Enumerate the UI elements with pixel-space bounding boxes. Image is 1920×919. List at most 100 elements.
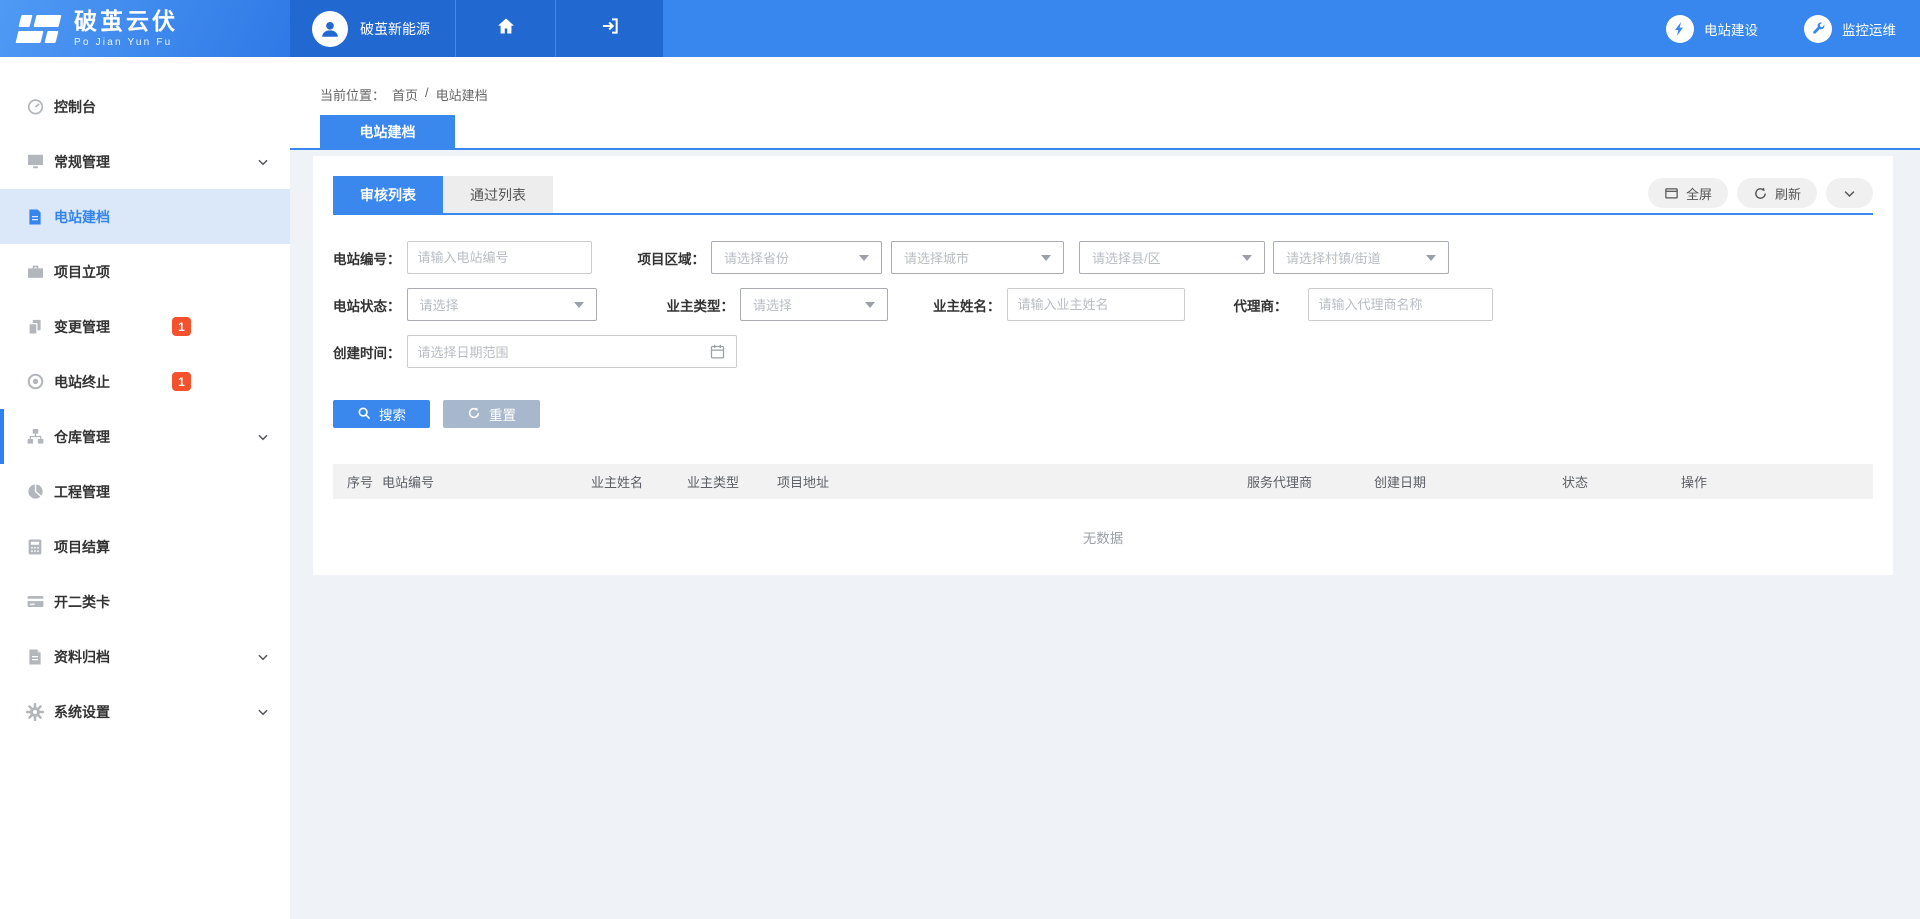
- module-station-build[interactable]: 电站建设: [1666, 15, 1758, 43]
- owner-type-select[interactable]: 请选择: [740, 288, 888, 321]
- breadcrumb-prefix: 当前位置：: [320, 85, 385, 104]
- sidebar-item-label: 电站终止: [54, 372, 172, 392]
- sidebar-item-warehouse-management[interactable]: 仓库管理: [0, 409, 290, 464]
- sidebar-item-change-management[interactable]: 变更管理 1: [0, 299, 290, 354]
- home-button[interactable]: [455, 0, 555, 57]
- station-no-input[interactable]: [407, 241, 592, 274]
- station-no-label: 电站编号：: [333, 248, 401, 268]
- station-status-label: 电站状态：: [333, 295, 401, 315]
- notification-badge: 1: [172, 372, 191, 391]
- chevron-down-icon: [1842, 186, 1857, 201]
- caret-down-icon: [1041, 255, 1051, 261]
- fullscreen-button[interactable]: 全屏: [1648, 178, 1728, 208]
- wrench-icon: [1804, 15, 1832, 43]
- caret-down-icon: [865, 302, 875, 308]
- collapse-toggle-button[interactable]: [1826, 178, 1873, 208]
- card-icon: [24, 591, 46, 613]
- filter-row-3: 创建时间： 请选择日期范围: [333, 335, 1873, 368]
- user-menu[interactable]: 破茧新能源: [290, 0, 455, 57]
- topbar: 破茧云伏 Po Jian Yun Fu 破茧新能源: [0, 0, 1920, 57]
- sidebar-item-project-initiation[interactable]: 项目立项: [0, 244, 290, 299]
- breadcrumb: 当前位置： 首页 / 电站建档: [290, 57, 1920, 104]
- sidebar-item-general-management[interactable]: 常规管理: [0, 134, 290, 189]
- agent-input[interactable]: [1308, 288, 1493, 321]
- chevron-down-icon: [256, 155, 270, 169]
- lightning-icon: [1666, 15, 1694, 43]
- page-tab-station-filing[interactable]: 电站建档: [320, 115, 455, 148]
- town-select[interactable]: 请选择村镇/街道: [1273, 241, 1449, 274]
- refresh-button[interactable]: 刷新: [1737, 178, 1817, 208]
- sidebar-item-label: 变更管理: [54, 317, 172, 337]
- circle-dot-icon: [24, 371, 46, 393]
- owner-name-label: 业主姓名：: [933, 295, 1001, 315]
- sidebar-item-station-filing[interactable]: 电站建档: [0, 189, 290, 244]
- filter-station-no: 电站编号：: [333, 241, 592, 274]
- notification-badge: 1: [172, 317, 191, 336]
- chevron-down-icon: [256, 705, 270, 719]
- content-area: 审核列表 通过列表 全屏: [290, 150, 1920, 919]
- breadcrumb-home[interactable]: 首页: [392, 85, 418, 104]
- fullscreen-label: 全屏: [1686, 184, 1712, 203]
- sidebar-item-project-settlement[interactable]: 项目结算: [0, 519, 290, 574]
- sidebar-item-label: 项目结算: [54, 537, 172, 557]
- module-monitor-ops[interactable]: 监控运维: [1804, 15, 1896, 43]
- filter-form: 电站编号： 项目区域： 请选择省份 请选择城市: [333, 215, 1873, 368]
- sidebar-item-label: 系统设置: [54, 702, 172, 722]
- county-placeholder: 请选择县/区: [1092, 248, 1161, 267]
- sidebar-item-system-settings[interactable]: 系统设置: [0, 684, 290, 739]
- owner-name-input[interactable]: [1007, 288, 1185, 321]
- filter-actions: 搜索 重置: [333, 400, 1873, 428]
- sidebar-item-label: 资料归档: [54, 647, 172, 667]
- filter-created-time: 创建时间： 请选择日期范围: [333, 335, 737, 368]
- col-index: 序号: [347, 472, 382, 491]
- tab-review-list[interactable]: 审核列表: [333, 176, 443, 213]
- company-name: 破茧新能源: [360, 19, 430, 39]
- refresh-icon: [1753, 186, 1768, 201]
- sidebar-item-console[interactable]: 控制台: [0, 79, 290, 134]
- calendar-icon: [709, 343, 726, 360]
- monitor-icon: [24, 151, 46, 173]
- search-button[interactable]: 搜索: [333, 400, 430, 428]
- province-select[interactable]: 请选择省份: [711, 241, 882, 274]
- module-label: 电站建设: [1704, 19, 1758, 39]
- col-actions: 操作: [1681, 472, 1873, 491]
- city-select[interactable]: 请选择城市: [891, 241, 1064, 274]
- station-status-select[interactable]: 请选择: [407, 288, 597, 321]
- owner-type-label: 业主类型：: [667, 295, 735, 315]
- logout-button[interactable]: [555, 0, 663, 57]
- chevron-down-icon: [256, 430, 270, 444]
- tab-passed-list[interactable]: 通过列表: [443, 176, 553, 213]
- reset-button[interactable]: 重置: [443, 400, 540, 428]
- sidebar-item-engineering-management[interactable]: 工程管理: [0, 464, 290, 519]
- date-range-picker[interactable]: 请选择日期范围: [407, 335, 737, 368]
- main-area: 当前位置： 首页 / 电站建档 电站建档 审核列表 通过列表: [290, 57, 1920, 919]
- town-placeholder: 请选择村镇/街道: [1286, 248, 1381, 267]
- station-status-placeholder: 请选择: [420, 295, 459, 314]
- caret-down-icon: [1426, 255, 1436, 261]
- date-range-placeholder: 请选择日期范围: [418, 342, 509, 361]
- copy-icon: [24, 316, 46, 338]
- caret-down-icon: [1242, 255, 1252, 261]
- search-label: 搜索: [379, 404, 406, 424]
- topbar-nav: 破茧新能源: [290, 0, 663, 57]
- sidebar-item-label: 常规管理: [54, 152, 172, 172]
- brand-logo: 破茧云伏 Po Jian Yun Fu: [0, 0, 290, 57]
- pie-chart-icon: [24, 481, 46, 503]
- topbar-modules: 电站建设 监控运维: [1666, 0, 1920, 57]
- col-station-no: 电站编号: [382, 472, 591, 491]
- brand-title: 破茧云伏: [74, 9, 178, 34]
- city-placeholder: 请选择城市: [904, 248, 969, 267]
- caret-down-icon: [859, 255, 869, 261]
- owner-type-placeholder: 请选择: [753, 295, 792, 314]
- avatar: [312, 11, 348, 47]
- county-select[interactable]: 请选择县/区: [1079, 241, 1265, 274]
- sidebar-item-label: 控制台: [54, 97, 172, 117]
- refresh-label: 刷新: [1775, 184, 1801, 203]
- breadcrumb-separator: /: [425, 85, 429, 104]
- sidebar-item-station-termination[interactable]: 电站终止 1: [0, 354, 290, 409]
- chevron-down-icon: [256, 650, 270, 664]
- sidebar-item-data-archive[interactable]: 资料归档: [0, 629, 290, 684]
- dashboard-icon: [24, 96, 46, 118]
- logout-icon: [600, 16, 620, 41]
- sidebar-item-type2-card[interactable]: 开二类卡: [0, 574, 290, 629]
